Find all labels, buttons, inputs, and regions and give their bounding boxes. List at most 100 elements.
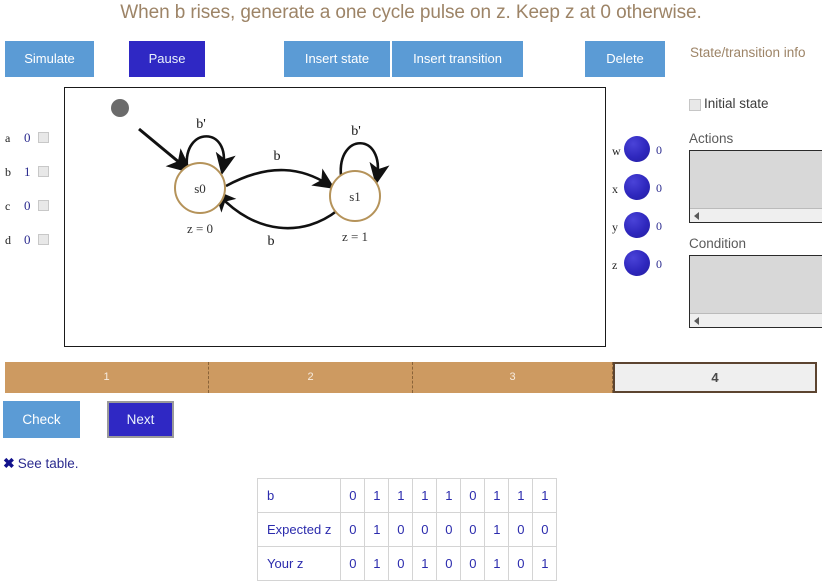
cell-b-4: 1 (436, 478, 462, 513)
scroll-left-arrow-icon[interactable] (694, 212, 699, 220)
cell-your-6: 1 (484, 546, 510, 581)
cell-b-6: 1 (484, 478, 510, 513)
cell-b-0: 0 (340, 478, 366, 513)
see-table-label[interactable]: See table. (18, 456, 79, 471)
input-label-d: d (5, 233, 11, 247)
cell-your-3: 1 (412, 546, 438, 581)
state-label-s1: s1 (349, 189, 361, 204)
condition-hscrollbar[interactable] (690, 313, 822, 327)
cell-your-5: 0 (460, 546, 486, 581)
output-led-x (624, 174, 650, 200)
cell-b-5: 0 (460, 478, 486, 513)
delete-button[interactable]: Delete (585, 41, 665, 77)
cell-expected-7: 0 (508, 512, 534, 547)
cell-your-4: 0 (436, 546, 462, 581)
output-led-y (624, 212, 650, 238)
pause-button[interactable]: Pause (129, 41, 205, 77)
input-checkbox-c[interactable] (38, 200, 49, 211)
see-table-link[interactable]: ✖ See table. (3, 455, 79, 472)
input-label-b: b (5, 165, 11, 179)
input-label-a: a (5, 131, 11, 145)
condition-textarea-wrap[interactable] (689, 255, 822, 328)
transition-label-s1-self: b' (351, 124, 361, 139)
output-label-y: y (612, 220, 618, 234)
selection-dot (111, 99, 129, 117)
transition-label-s0-to-s1: b (274, 149, 281, 164)
cell-expected-1: 1 (364, 512, 390, 547)
progress-bar: 1 2 3 4 (5, 362, 817, 393)
results-table: b 0 1 1 1 1 0 1 1 1 Expected z 0 1 0 0 0… (256, 478, 558, 581)
state-diagram-canvas[interactable]: b' b' b b s0 z = 0 s1 z = 1 (64, 87, 606, 347)
cell-b-7: 1 (508, 478, 534, 513)
row-header-expected-z: Expected z (256, 512, 342, 547)
actions-hscrollbar[interactable] (690, 208, 822, 222)
cell-expected-8: 0 (532, 512, 558, 547)
cell-b-3: 1 (412, 478, 438, 513)
progress-segment-1[interactable]: 1 (5, 362, 209, 393)
input-value-c: 0 (24, 198, 31, 213)
scroll-left-arrow-icon[interactable] (694, 317, 699, 325)
progress-segment-3[interactable]: 3 (413, 362, 613, 393)
input-row-d: d 0 (0, 230, 62, 264)
output-row-w: w 0 (610, 136, 676, 174)
input-label-c: c (5, 199, 11, 213)
input-row-c: c 0 (0, 196, 62, 230)
cell-your-1: 1 (364, 546, 390, 581)
actions-textarea-wrap[interactable] (689, 150, 822, 223)
input-checkbox-b[interactable] (38, 166, 49, 177)
output-row-y: y 0 (610, 212, 676, 250)
condition-textarea[interactable] (690, 256, 822, 313)
output-value-w: 0 (656, 143, 662, 157)
cell-your-2: 0 (388, 546, 414, 581)
state-label-s0: s0 (194, 181, 206, 196)
cell-b-2: 1 (388, 478, 414, 513)
state-transition-info-panel: Initial state Actions Condition (689, 96, 822, 328)
input-row-a: a 0 (0, 128, 62, 162)
transition-label-s0-self: b' (196, 117, 206, 132)
transition-s1-to-s0[interactable] (214, 189, 339, 230)
cell-expected-3: 0 (412, 512, 438, 547)
cell-expected-2: 0 (388, 512, 414, 547)
initial-state-arrow (138, 127, 193, 174)
actions-textarea[interactable] (690, 151, 822, 208)
transition-label-s1-to-s0: b (268, 234, 275, 249)
cell-expected-4: 0 (436, 512, 462, 547)
input-value-a: 0 (24, 130, 31, 145)
insert-transition-button[interactable]: Insert transition (392, 41, 523, 77)
check-button[interactable]: Check (3, 401, 80, 438)
state-transition-info-label: State/transition info (690, 45, 806, 60)
next-button[interactable]: Next (107, 401, 174, 438)
cell-your-0: 0 (340, 546, 366, 581)
initial-state-checkbox[interactable] (689, 99, 701, 111)
row-header-your-z: Your z (256, 546, 342, 581)
output-value-y: 0 (656, 219, 662, 233)
initial-state-row[interactable]: Initial state (689, 96, 822, 118)
condition-label: Condition (689, 236, 747, 251)
input-row-b: b 1 (0, 162, 62, 196)
output-label-x: x (612, 182, 618, 196)
state-action-s0: z = 0 (187, 221, 213, 236)
simulate-button[interactable]: Simulate (5, 41, 94, 77)
output-value-z: 0 (656, 257, 662, 271)
output-row-x: x 0 (610, 174, 676, 212)
cell-expected-0: 0 (340, 512, 366, 547)
insert-state-button[interactable]: Insert state (284, 41, 390, 77)
output-signal-list: w 0 x 0 y 0 z 0 (610, 136, 676, 288)
table-row: Your z 0 1 0 1 0 0 1 0 1 (256, 546, 558, 581)
input-checkbox-a[interactable] (38, 132, 49, 143)
input-checkbox-d[interactable] (38, 234, 49, 245)
table-row: b 0 1 1 1 1 0 1 1 1 (256, 478, 558, 513)
progress-segment-4[interactable]: 4 (613, 362, 817, 393)
output-value-x: 0 (656, 181, 662, 195)
output-label-z: z (612, 258, 618, 272)
actions-label: Actions (689, 131, 734, 146)
state-action-s1: z = 1 (342, 229, 368, 244)
row-header-b: b (256, 478, 342, 513)
table-row: Expected z 0 1 0 0 0 0 1 0 0 (256, 512, 558, 547)
input-signal-list: a 0 b 1 c 0 d 0 (0, 128, 62, 264)
initial-state-label: Initial state (704, 96, 769, 111)
progress-segment-2[interactable]: 2 (209, 362, 413, 393)
input-value-b: 1 (24, 164, 31, 179)
transition-s0-to-s1[interactable] (225, 168, 336, 189)
close-icon[interactable]: ✖ (3, 455, 15, 471)
